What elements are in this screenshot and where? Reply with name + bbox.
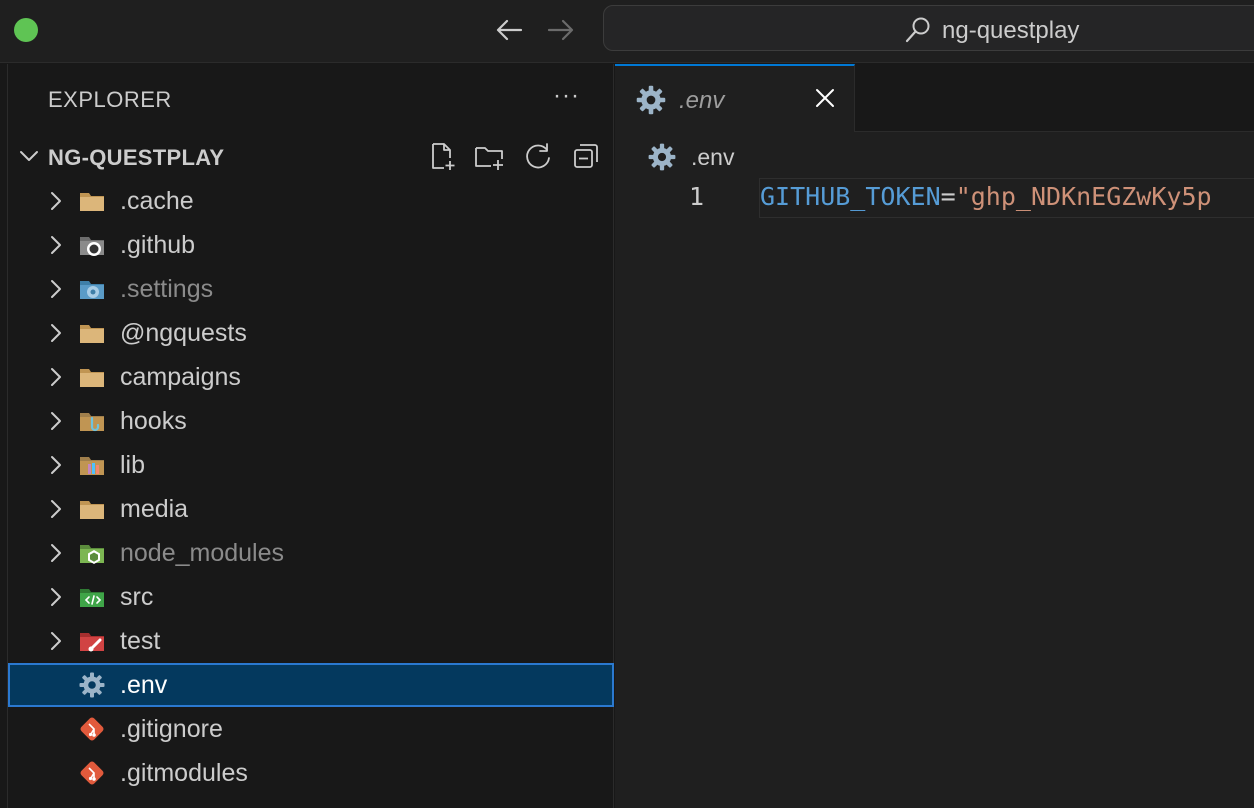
code-text[interactable]: GITHUB_TOKEN="ghp_NDKnEGZwKy5p xyxy=(760,182,1212,211)
line-number: 1 xyxy=(689,182,705,211)
hooks-folder-icon xyxy=(80,413,104,432)
src-folder-icon xyxy=(80,589,104,607)
forward-button[interactable] xyxy=(545,14,577,46)
arrow-right-icon xyxy=(547,19,574,41)
tree-item[interactable]: campaigns xyxy=(8,355,614,399)
chevron-right-icon xyxy=(51,368,61,386)
tree-item-label: .gitignore xyxy=(120,715,223,743)
chevron-right-icon xyxy=(51,500,61,518)
tree-item-label: .github xyxy=(120,231,196,259)
tree-item-label: @ngquests xyxy=(120,319,247,347)
env-value: "ghp_NDKnEGZwKy5p xyxy=(955,182,1212,211)
node-folder-icon xyxy=(80,545,104,564)
folder-icon xyxy=(80,193,104,211)
env-operator: = xyxy=(940,182,956,211)
tree-item-label: campaigns xyxy=(120,363,241,391)
new-folder-icon xyxy=(475,147,503,170)
git-icon xyxy=(80,717,104,741)
test-folder-icon xyxy=(80,633,104,652)
workspace-title: NG-QUESTPLAY xyxy=(48,145,225,170)
tree-item[interactable]: .settings xyxy=(8,267,614,311)
command-center-search[interactable]: ng-questplay xyxy=(603,5,1254,51)
explorer-sidebar: EXPLORER ··· NG-QUESTPLAY .cache .github… xyxy=(8,64,614,808)
chevron-right-icon xyxy=(51,544,61,562)
gear-icon xyxy=(648,143,676,171)
code-line[interactable]: 1 GITHUB_TOKEN="ghp_NDKnEGZwKy5p xyxy=(615,178,1254,218)
env-key: GITHUB_TOKEN xyxy=(760,182,941,211)
folder-icon xyxy=(80,501,104,519)
settings-folder-icon xyxy=(80,281,104,299)
tree-item-selected[interactable]: .env xyxy=(8,663,614,707)
tree-item[interactable]: src xyxy=(8,575,614,619)
command-center-label: ng-questplay xyxy=(942,17,1080,44)
tree-item-label: .cache xyxy=(120,187,194,215)
section-toolbar xyxy=(426,140,602,172)
collapse-all-icon xyxy=(574,144,598,168)
chevron-down-icon xyxy=(20,151,38,161)
tree-item-label: media xyxy=(120,495,189,523)
git-icon xyxy=(80,761,104,785)
tab-bar: .env xyxy=(615,64,1254,132)
title-bar: ng-questplay xyxy=(0,0,1254,63)
tree-item[interactable]: media xyxy=(8,487,614,531)
gear-icon xyxy=(636,85,666,115)
file-tree: .cache .github .settings @ngquests campa… xyxy=(8,179,614,795)
window-control-button[interactable] xyxy=(14,18,38,42)
tree-item[interactable]: .gitmodules xyxy=(8,751,614,795)
tab-env[interactable]: .env xyxy=(615,64,855,132)
tab-label: .env xyxy=(679,87,725,114)
tree-item[interactable]: hooks xyxy=(8,399,614,443)
tree-item-label: test xyxy=(120,627,161,655)
tree-item[interactable]: .github xyxy=(8,223,614,267)
chevron-right-icon xyxy=(51,632,61,650)
chevron-right-icon xyxy=(51,588,61,606)
tree-item-label: .settings xyxy=(120,275,214,303)
chevron-right-icon xyxy=(51,324,61,342)
chevron-right-icon xyxy=(51,280,61,298)
github-folder-icon xyxy=(80,237,104,256)
gear-icon xyxy=(79,672,105,698)
editor-area: .env .env 1 GITHUB_TOKEN="ghp_NDKnEGZwKy… xyxy=(615,64,1254,808)
folder-icon xyxy=(80,325,104,343)
breadcrumb-label: .env xyxy=(691,144,735,170)
refresh-button[interactable] xyxy=(522,140,554,172)
close-icon xyxy=(816,89,834,107)
chevron-right-icon xyxy=(51,192,61,210)
new-folder-button[interactable] xyxy=(474,140,506,172)
collapse-all-button[interactable] xyxy=(570,140,602,172)
search-icon xyxy=(905,17,930,43)
explorer-title: EXPLORER xyxy=(48,87,172,112)
tree-item[interactable]: .gitignore xyxy=(8,707,614,751)
workspace-section-header[interactable]: NG-QUESTPLAY xyxy=(8,136,614,176)
tree-item[interactable]: node_modules xyxy=(8,531,614,575)
refresh-icon xyxy=(526,143,550,169)
chevron-right-icon xyxy=(51,236,61,254)
tree-item[interactable]: @ngquests xyxy=(8,311,614,355)
tree-item-label: src xyxy=(120,583,154,611)
chevron-right-icon xyxy=(51,456,61,474)
new-file-icon xyxy=(432,143,455,170)
new-file-button[interactable] xyxy=(426,140,458,172)
tree-item[interactable]: .cache xyxy=(8,179,614,223)
tree-item[interactable]: test xyxy=(8,619,614,663)
arrow-left-icon xyxy=(496,19,523,41)
chevron-right-icon xyxy=(51,412,61,430)
activity-bar-edge xyxy=(0,64,8,808)
lib-folder-icon xyxy=(80,457,104,475)
back-button[interactable] xyxy=(493,14,525,46)
tree-item-label: node_modules xyxy=(120,539,285,567)
tree-item[interactable]: lib xyxy=(8,443,614,487)
tree-item-label: lib xyxy=(120,451,146,479)
tree-item-label: .env xyxy=(120,671,168,699)
tree-item-label: hooks xyxy=(120,407,187,435)
folder-icon xyxy=(80,369,104,387)
tree-item-label: .gitmodules xyxy=(120,759,248,787)
more-actions-button[interactable]: ··· xyxy=(553,82,580,110)
